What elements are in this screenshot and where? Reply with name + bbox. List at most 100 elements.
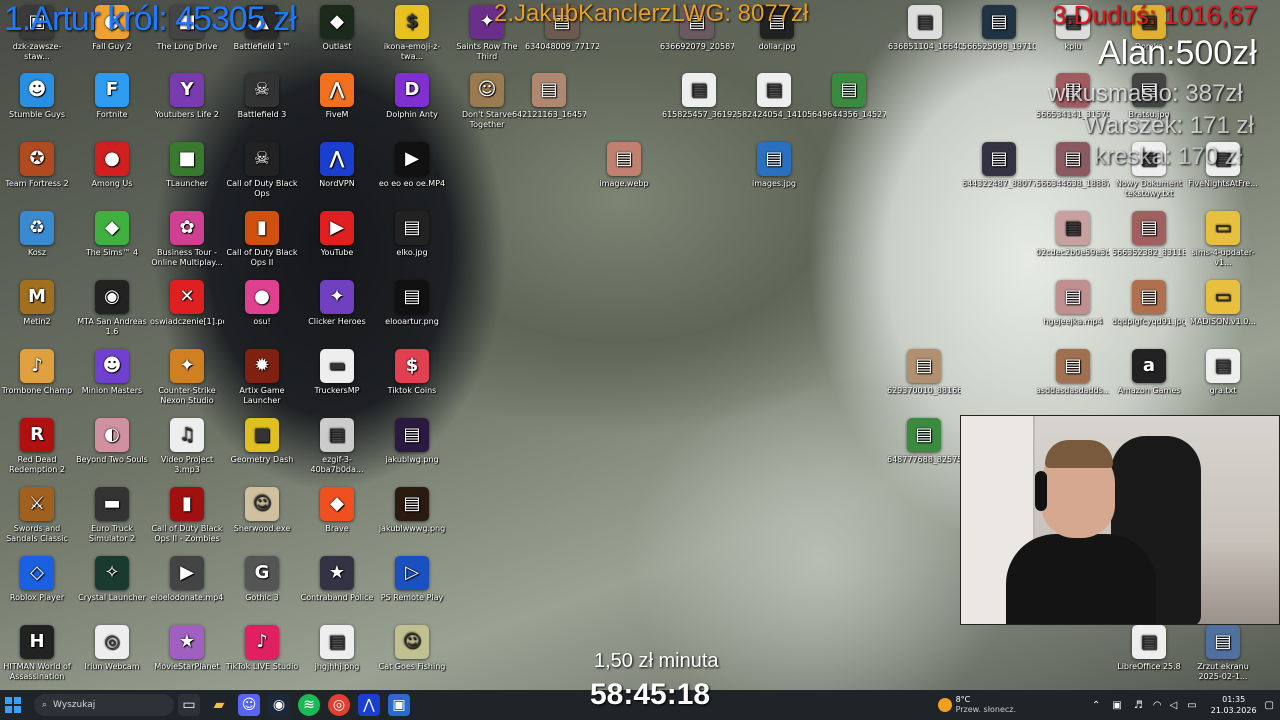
desktop-icon[interactable]: ▶ eloelodonate.mp4: [150, 556, 224, 603]
desktop-icon[interactable]: ♪ Trombone Champ: [0, 349, 74, 396]
desktop-icon[interactable]: ✪ Team Fortress 2: [0, 142, 74, 189]
steam-icon[interactable]: ◉: [268, 694, 290, 716]
desktop-icon[interactable]: ▮ Call of Duty Black Ops II: [225, 211, 299, 268]
desktop-icon[interactable]: ▤ ezgif-3-40ba7b0da...: [300, 418, 374, 475]
app-icon[interactable]: ▣: [388, 694, 410, 716]
desktop-icon[interactable]: ● osu!: [225, 280, 299, 327]
desktop-icon[interactable]: ▤ image.webp: [587, 142, 661, 189]
desktop-icon[interactable]: ▬ TruckersMP: [300, 349, 374, 396]
desktop-icon-label: Outlast: [322, 42, 352, 51]
desktop-icon[interactable]: ▤ elko.jpg: [375, 211, 449, 258]
desktop-icon[interactable]: ☠ Call of Duty Black Ops: [225, 142, 299, 199]
microphone-icon[interactable]: ♬: [1134, 700, 1143, 711]
desktop-icon[interactable]: $ ikona-emoji-z-twa...: [375, 5, 449, 62]
desktop-icon[interactable]: ♻ Kosz: [0, 211, 74, 258]
desktop-icon[interactable]: D Dolphin Anty: [375, 73, 449, 120]
desktop-icon[interactable]: ▤ 566352382_831186...: [1112, 211, 1186, 258]
desktop-icon[interactable]: ★ MovieStarPlanet: [150, 625, 224, 672]
discord-icon[interactable]: ☺: [238, 694, 260, 716]
desktop-icon[interactable]: ✿ Business Tour - Online Multiplay...: [150, 211, 224, 268]
volume-icon[interactable]: ◁: [1170, 700, 1178, 711]
desktop-icon[interactable]: ◎ Iriun Webcam: [75, 625, 149, 672]
desktop-icon[interactable]: ▤ hgejeejka.mp4: [1036, 280, 1110, 327]
desktop-icon[interactable]: ▭ MADISON.v1.0...: [1186, 280, 1260, 327]
desktop-icon[interactable]: ☺ Cat Goes Fishing: [375, 625, 449, 672]
desktop-icon[interactable]: M Metin2: [0, 280, 74, 327]
desktop-icon-image: ▤: [982, 142, 1016, 176]
clock[interactable]: 01:35 21.03.2026: [1211, 694, 1257, 716]
desktop-icon[interactable]: ◆ Outlast: [300, 5, 374, 52]
desktop-icon[interactable]: ▮ Call of Duty Black Ops II - Zombies: [150, 487, 224, 544]
tray-app-icon[interactable]: ▣: [1112, 700, 1121, 711]
desktop-icon[interactable]: ★ Contraband Police: [300, 556, 374, 603]
desktop-icon[interactable]: ◐ Beyond Two Souls: [75, 418, 149, 465]
desktop-icon[interactable]: ▭ sims-4-updater-v1...: [1186, 211, 1260, 268]
desktop-icon[interactable]: ▤ 629370010_881663...: [887, 349, 961, 396]
desktop-icon[interactable]: $ Tiktok Coins: [375, 349, 449, 396]
desktop-icon[interactable]: ◆ The Sims™ 4: [75, 211, 149, 258]
desktop-icon[interactable]: ▬ Euro Truck Simulator 2: [75, 487, 149, 544]
desktop-icon[interactable]: ▤ images.jpg: [737, 142, 811, 189]
desktop-icon[interactable]: ⋀ NordVPN: [300, 142, 374, 189]
desktop-icon[interactable]: ▤ 566525098_197101...: [962, 5, 1036, 52]
desktop-icon[interactable]: ▤ 644322487_880773...: [962, 142, 1036, 189]
notifications-icon[interactable]: ▢: [1265, 700, 1274, 711]
desktop-icon[interactable]: ◉ MTA San Andreas 1.6: [75, 280, 149, 337]
battery-icon[interactable]: ▭: [1187, 700, 1196, 711]
desktop-icon[interactable]: ✦ Counter-Strike Nexon Studio: [150, 349, 224, 406]
desktop-icon[interactable]: ● Among Us: [75, 142, 149, 189]
task-view-icon[interactable]: ▭: [178, 694, 200, 716]
file-explorer-icon[interactable]: ▰: [208, 694, 230, 716]
desktop-icon[interactable]: ✦ Clicker Heroes: [300, 280, 374, 327]
desktop-icon[interactable]: ▤ jakublwg.png: [375, 418, 449, 465]
desktop-icon[interactable]: ▤ 02cdec2b0e59e3d...: [1036, 211, 1110, 258]
chrome-icon[interactable]: ◎: [328, 694, 350, 716]
desktop-icon[interactable]: ▤ 649644356_145272...: [812, 73, 886, 120]
taskbar-search-box[interactable]: ⌕ Wyszukaj: [34, 694, 174, 716]
desktop-icon[interactable]: ▶ eo eo eo oe.MP4: [375, 142, 449, 189]
desktop-icon[interactable]: ▤ elooartur.png: [375, 280, 449, 327]
desktop-icon[interactable]: ▤ asddasdasdadds...: [1036, 349, 1110, 396]
desktop-icon[interactable]: ▤ gra.txt: [1186, 349, 1260, 396]
desktop-icon[interactable]: H HITMAN World of Assassination: [0, 625, 74, 682]
desktop-icon[interactable]: ☺ Sherwood.exe: [225, 487, 299, 534]
desktop-icon[interactable]: ▤ 582424054_141055...: [737, 73, 811, 120]
desktop-icon[interactable]: ✕ oswiadczenie[1].pdf: [150, 280, 224, 327]
desktop-icon[interactable]: ■ Geometry Dash: [225, 418, 299, 465]
desktop-icon[interactable]: ▷ PS Remote Play: [375, 556, 449, 603]
desktop-icon[interactable]: ♪ TikTok LIVE Studio: [225, 625, 299, 672]
weather-icon[interactable]: [937, 698, 952, 712]
desktop-icon[interactable]: ▤ Zrzut ekranu 2025-02-1...: [1186, 625, 1260, 682]
desktop-icon[interactable]: ■ TLauncher: [150, 142, 224, 189]
desktop-icon[interactable]: F Fortnite: [75, 73, 149, 120]
spotify-icon[interactable]: ≋: [298, 694, 320, 716]
desktop-icon[interactable]: ✹ Artix Game Launcher: [225, 349, 299, 406]
desktop-icon[interactable]: ▤ 642121163_164578...: [512, 73, 586, 120]
desktop-icon[interactable]: ▤ dqdpigfcyqd91.jpg: [1112, 280, 1186, 327]
weather-widget[interactable]: 8°C Przew. słonecz.: [956, 695, 1016, 715]
desktop-icon[interactable]: ▤ 648777688_825756...: [887, 418, 961, 465]
desktop-icon[interactable]: ✧ Crystal Launcher: [75, 556, 149, 603]
desktop-icon[interactable]: ⚔ Swords and Sandals Classic Collection: [0, 487, 74, 544]
nordvpn-icon[interactable]: ⋀: [358, 694, 380, 716]
desktop-icon[interactable]: ▶ YouTube: [300, 211, 374, 258]
desktop-icon[interactable]: ☻ Stumble Guys: [0, 73, 74, 120]
desktop-icon[interactable]: Y Youtubers Life 2: [150, 73, 224, 120]
desktop-icon[interactable]: ☠ Battlefield 3: [225, 73, 299, 120]
desktop-icon[interactable]: ♫ Video Project 3.mp3: [150, 418, 224, 475]
wifi-icon[interactable]: ◠: [1153, 700, 1162, 711]
desktop-icon[interactable]: ▤ 636851104_166409...: [888, 5, 962, 52]
desktop-icon[interactable]: ☻ Minion Masters: [75, 349, 149, 396]
desktop-icon[interactable]: R Red Dead Redemption 2: [0, 418, 74, 475]
chevron-up-icon[interactable]: ⌃: [1092, 700, 1100, 711]
desktop-icon[interactable]: ▤ jhgjhhj.png: [300, 625, 374, 672]
desktop-icon[interactable]: ▤ LibreOffice 25.8: [1112, 625, 1186, 672]
desktop-icon[interactable]: ◆ Brave: [300, 487, 374, 534]
desktop-icon[interactable]: G Gothic 3: [225, 556, 299, 603]
desktop-icon[interactable]: ◇ Roblox Player: [0, 556, 74, 603]
desktop-icon[interactable]: ⋀ FiveM: [300, 73, 374, 120]
windows-start-icon[interactable]: [2, 694, 24, 716]
desktop-icon[interactable]: a Amazon Games: [1112, 349, 1186, 396]
desktop-icon[interactable]: ▤ jakublwwwg.png: [375, 487, 449, 534]
desktop-icon[interactable]: ▤ 615825457_361924...: [662, 73, 736, 120]
